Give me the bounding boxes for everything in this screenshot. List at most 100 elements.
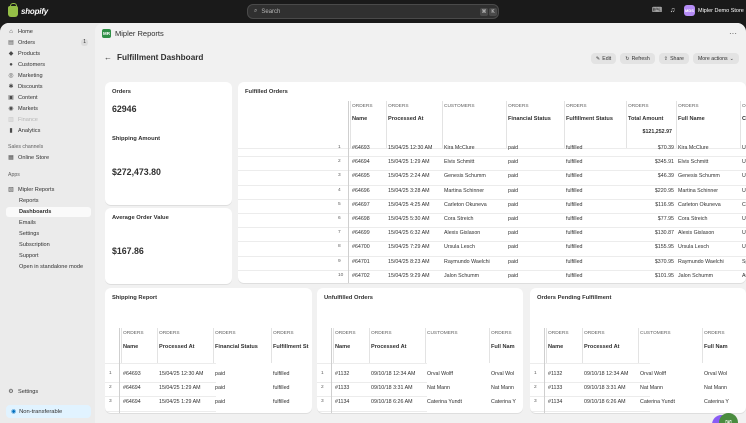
column-header[interactable]: Total Amount	[628, 116, 663, 122]
column-group-label: ORDERS	[371, 331, 392, 336]
sidebar-item-discounts[interactable]: ✱ Discounts	[6, 82, 91, 92]
shopify-logo[interactable]: shopify	[8, 3, 48, 17]
column-header[interactable]: Full Name	[678, 116, 705, 122]
sidebar-item-analytics[interactable]: ▮ Analytics	[6, 126, 91, 136]
sidebar-item-subscription[interactable]: Subscription	[6, 240, 91, 250]
column-header[interactable]: Processed At	[371, 344, 407, 350]
kpi-orders-title: Orders	[112, 89, 132, 95]
sidebar-item-dashboards[interactable]: Dashboards	[6, 207, 91, 217]
sidebar-item-markets[interactable]: ◉ Markets	[6, 104, 91, 114]
column-divider	[369, 328, 370, 363]
column-header[interactable]: Name	[335, 344, 350, 350]
back-arrow-icon[interactable]: ←	[104, 53, 112, 62]
sidebar-item-mipler-reports[interactable]: ▧ Mipler Reports	[6, 185, 91, 195]
kpi-shipping-card: Shipping Amount $272,473.80	[105, 129, 232, 205]
column-header[interactable]: Processed At	[159, 344, 195, 350]
sidebar-item-emails[interactable]: Emails	[6, 218, 91, 228]
sidebar-item-settings-app[interactable]: Settings	[6, 229, 91, 239]
column-header[interactable]: Country	[742, 116, 746, 122]
sidebar-item-settings[interactable]: ⚙ Settings	[6, 387, 91, 397]
shipping-report-card: Shipping Report ORDERS ORDERS ORDERS ORDERS…	[105, 288, 312, 413]
table-cell: #64702	[352, 272, 370, 279]
row-number: 3	[321, 399, 324, 405]
sidebar-item-support[interactable]: Support	[6, 251, 91, 261]
kpi-aov-value: $167.86	[112, 246, 144, 256]
column-divider	[333, 328, 334, 363]
pending-orders-table: ORDERS ORDERS CUSTOMERS ORDERS Name Processed…	[530, 288, 746, 413]
sidebar-item-standalone[interactable]: Open in standalone mode	[6, 262, 91, 272]
home-icon: ⌂	[9, 29, 13, 35]
table-cell: Ursula Lesch	[678, 244, 709, 251]
column-group-label: ORDERS	[388, 104, 409, 109]
table-row[interactable]	[317, 411, 427, 413]
search-input[interactable]: ⌕ Search ⌘ K	[247, 4, 499, 19]
sidebar-item-marketing[interactable]: ◎ Marketing	[6, 71, 91, 81]
column-header[interactable]: Name	[352, 116, 367, 122]
column-divider	[702, 328, 703, 363]
column-header[interactable]: Name	[548, 344, 563, 350]
sidebar-item-finance[interactable]: ▥ Finance	[6, 115, 91, 125]
table-cell: fulfilled	[566, 145, 583, 151]
column-header[interactable]: Fulfillment St	[273, 344, 308, 350]
column-header[interactable]: Processed At	[388, 116, 424, 122]
table-cell: Alexis Gislason	[678, 230, 715, 237]
edit-label: Edit	[602, 55, 612, 62]
table-cell: 15/04/25 4:25 AM	[388, 201, 430, 208]
column-header[interactable]: Full Nam	[491, 344, 515, 350]
sidebar-item-content[interactable]: ▣ Content	[6, 93, 91, 103]
more-actions-button[interactable]: More actions ⌄	[692, 53, 739, 64]
table-cell: Nat Mann	[427, 385, 450, 392]
table-cell: paid	[508, 187, 519, 194]
frozen-column-separator	[544, 328, 545, 413]
column-divider	[121, 328, 122, 363]
sidebar-item-reports[interactable]: Reports	[6, 196, 91, 206]
sidebar-item-label: Finance	[18, 117, 38, 123]
table-cell: #64700	[352, 244, 370, 251]
share-button[interactable]: ⇪ Share	[658, 53, 689, 64]
row-number: 2	[534, 385, 537, 391]
sidebar-item-online-store[interactable]: ▦ Online Store	[6, 153, 91, 163]
sidebar-item-products[interactable]: ◆ Products	[6, 49, 91, 59]
sidebar-item-label: Online Store	[18, 155, 50, 161]
column-header[interactable]: Fulfillment Status	[566, 116, 613, 122]
row-number: 1	[534, 371, 537, 376]
sidebar-item-label: Markets	[18, 106, 38, 112]
table-row[interactable]	[530, 411, 650, 413]
sidebar-item-label: Products	[18, 51, 41, 57]
table-row[interactable]	[105, 411, 216, 413]
table-cell: $370.95	[654, 258, 674, 265]
table-cell: #64694	[123, 399, 141, 406]
row-number: 2	[109, 385, 112, 391]
unfulfilled-orders-card: Unfulfilled Orders ORDERS ORDERS CUSTOMERS…	[317, 288, 523, 413]
column-header[interactable]: Financial Status	[215, 344, 258, 350]
sidebar-item-customers[interactable]: ● Customers	[6, 60, 91, 70]
column-header[interactable]: Full Nam	[704, 344, 728, 350]
table-cell: Carleton Okuneva	[444, 201, 487, 208]
bell-icon[interactable]: ♫	[668, 6, 677, 15]
row-number: 3	[109, 399, 112, 405]
share-label: Share	[670, 55, 684, 62]
mipler-app-icon: MR	[102, 29, 111, 38]
store-menu[interactable]: MDS Mipler Demo Store	[684, 5, 744, 16]
search-icon: ⌕	[254, 8, 258, 14]
page-title: Fulfillment Dashboard	[117, 53, 204, 62]
table-cell: $116.95	[655, 201, 674, 208]
row-number: 6	[338, 216, 341, 221]
console-icon[interactable]: ⌨	[652, 6, 662, 15]
column-header[interactable]: Financial Status	[508, 116, 551, 122]
non-transferable-banner[interactable]: ◉ Non-transferable	[6, 405, 91, 418]
refresh-button[interactable]: ↻ Refresh	[620, 53, 655, 64]
column-header[interactable]: Processed At	[584, 344, 620, 350]
table-cell: fulfilled	[273, 385, 290, 392]
kbd-cmd: ⌘	[480, 8, 488, 16]
sidebar-item-home[interactable]: ⌂ Home	[6, 27, 91, 37]
sidebar-item-orders[interactable]: ▤ Orders 1	[6, 38, 91, 48]
table-cell: $70.39	[657, 145, 674, 151]
more-dots-icon[interactable]: ···	[729, 29, 737, 38]
table-cell: 15/04/25 1:29 AM	[388, 159, 430, 166]
table-cell: $155.95	[654, 244, 674, 251]
column-group-label: ORDERS	[215, 331, 236, 336]
edit-button[interactable]: ✎ Edit	[590, 53, 617, 64]
frozen-column-separator	[331, 328, 332, 413]
column-header[interactable]: Name	[123, 344, 138, 350]
